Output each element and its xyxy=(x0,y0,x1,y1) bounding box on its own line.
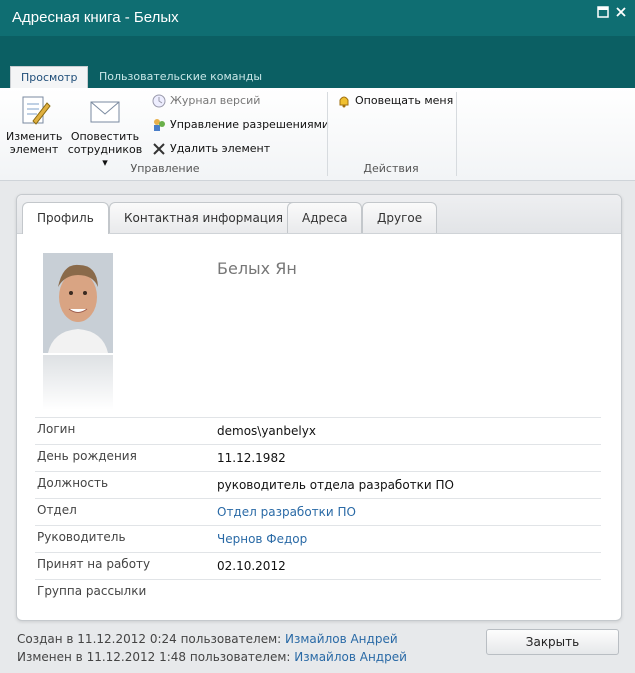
field-row: Руководитель Чернов Федор xyxy=(35,525,601,553)
modified-info: Изменен в 11.12.2012 1:48 пользователем:… xyxy=(17,650,407,664)
delete-item-label: Удалить элемент xyxy=(170,142,271,155)
ribbon-separator xyxy=(456,92,457,176)
modified-by-link[interactable]: Измайлов Андрей xyxy=(294,650,407,664)
window-titlebar: Адресная книга - Белых xyxy=(0,0,635,36)
history-icon xyxy=(151,93,167,109)
group-label-manage: Управление xyxy=(130,162,200,175)
group-label-actions: Действия xyxy=(363,162,419,175)
field-value: руководитель отдела разработки ПО xyxy=(217,478,454,492)
field-label: День рождения xyxy=(37,449,137,463)
ribbon: Изменить элемент Оповестить сотрудников … xyxy=(0,88,635,181)
field-label: Логин xyxy=(37,422,76,436)
ribbon-separator xyxy=(327,92,328,176)
close-icon[interactable] xyxy=(613,6,629,20)
field-label: Должность xyxy=(37,476,109,490)
profile-photo xyxy=(43,253,113,353)
version-history-label: Журнал версий xyxy=(170,94,261,107)
created-by-link[interactable]: Измайлов Андрей xyxy=(285,632,398,646)
field-value: 02.10.2012 xyxy=(217,559,286,573)
version-history-button[interactable]: Журнал версий xyxy=(151,92,260,110)
alert-me-button[interactable]: Оповещать меня xyxy=(336,92,453,110)
tab-profile[interactable]: Профиль xyxy=(22,202,109,234)
tab-contact-info[interactable]: Контактная информация xyxy=(109,202,298,233)
field-label: Группа рассылки xyxy=(37,584,147,598)
envelope-icon xyxy=(88,94,122,126)
close-button[interactable]: Закрыть xyxy=(486,629,619,655)
field-label: Отдел xyxy=(37,503,77,517)
field-row: Принят на работу 02.10.2012 xyxy=(35,552,601,580)
window-title: Адресная книга - Белых xyxy=(12,9,179,26)
permissions-icon xyxy=(151,117,167,133)
created-info: Создан в 11.12.2012 0:24 пользователем: … xyxy=(17,632,398,646)
field-row: Логин demos\yanbelyx xyxy=(35,417,601,445)
field-label: Руководитель xyxy=(37,530,126,544)
ribbon-tabstrip: Просмотр Пользовательские команды xyxy=(0,36,635,89)
field-row: Группа рассылки xyxy=(35,579,601,607)
alert-me-label: Оповещать меня xyxy=(355,94,454,107)
edit-item-button[interactable]: Изменить элемент xyxy=(6,94,62,156)
bell-icon xyxy=(336,93,352,109)
field-value: demos\yanbelyx xyxy=(217,424,316,438)
field-label: Принят на работу xyxy=(37,557,151,571)
manage-permissions-button[interactable]: Управление разрешениями xyxy=(151,116,329,134)
person-name: Белых Ян xyxy=(217,259,297,278)
notify-staff-button[interactable]: Оповестить сотрудников ▾ xyxy=(66,94,144,169)
tab-other[interactable]: Другое xyxy=(362,202,438,233)
profile-panel: Профиль Контактная информация Адреса Дру… xyxy=(16,194,622,621)
edit-document-icon xyxy=(17,94,51,126)
tab-addresses[interactable]: Адреса xyxy=(287,202,363,233)
profile-photo-reflection xyxy=(43,355,113,410)
tab-custom-commands[interactable]: Пользовательские команды xyxy=(89,66,272,88)
created-text: Создан в 11.12.2012 0:24 пользователем: xyxy=(17,632,282,646)
field-row: День рождения 11.12.1982 xyxy=(35,444,601,472)
field-row: Должность руководитель отдела разработки… xyxy=(35,471,601,499)
department-link[interactable]: Отдел разработки ПО xyxy=(217,505,356,519)
modified-text: Изменен в 11.12.2012 1:48 пользователем: xyxy=(17,650,291,664)
field-row: Отдел Отдел разработки ПО xyxy=(35,498,601,526)
manage-permissions-label: Управление разрешениями xyxy=(170,118,330,131)
profile-tabs: Профиль Контактная информация Адреса Дру… xyxy=(17,195,621,234)
maximize-icon[interactable] xyxy=(595,6,611,20)
manager-link[interactable]: Чернов Федор xyxy=(217,532,307,546)
delete-item-button[interactable]: Удалить элемент xyxy=(151,140,270,158)
edit-item-label: Изменить элемент xyxy=(6,130,63,156)
delete-x-icon xyxy=(151,141,167,157)
tab-view[interactable]: Просмотр xyxy=(10,66,89,89)
field-value: 11.12.1982 xyxy=(217,451,286,465)
